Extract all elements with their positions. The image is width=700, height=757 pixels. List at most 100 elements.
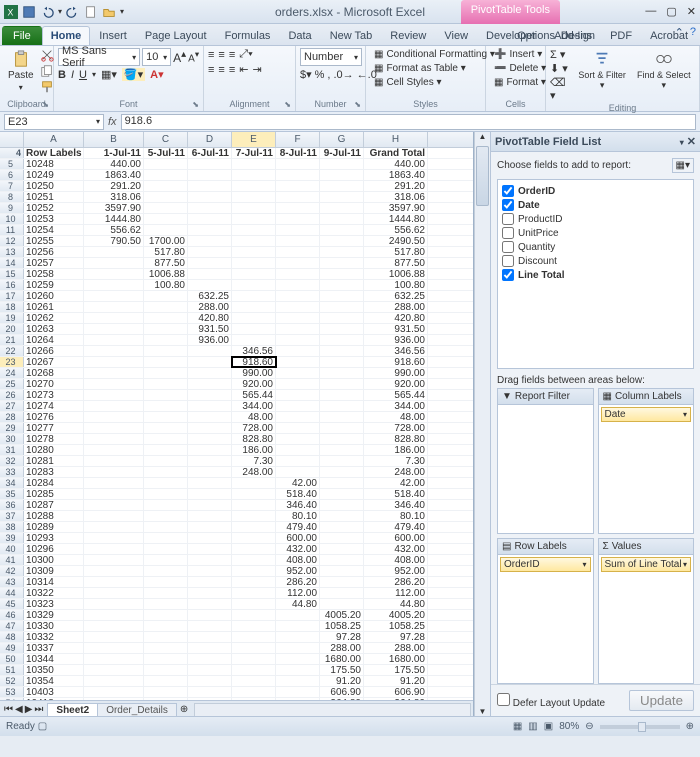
row-7[interactable]: 710250291.20291.20	[0, 181, 473, 192]
tab-review[interactable]: Review	[381, 26, 435, 45]
vertical-scrollbar[interactable]: ▲ ▼	[474, 132, 490, 716]
tab-view[interactable]: View	[435, 26, 477, 45]
orientation-icon[interactable]: ⤢▾	[239, 48, 252, 61]
report-filter-area[interactable]	[497, 405, 594, 534]
row-6[interactable]: 6102491863.401863.40	[0, 170, 473, 181]
row-14[interactable]: 1410257877.50877.50	[0, 258, 473, 269]
alignment-launcher[interactable]: ⬊	[284, 100, 291, 109]
indent-inc-icon[interactable]: ⇥	[252, 63, 261, 76]
qat-customize[interactable]: ▾	[120, 7, 124, 16]
row-38[interactable]: 3810289479.40479.40	[0, 522, 473, 533]
row-16[interactable]: 1610259100.80100.80	[0, 280, 473, 291]
number-launcher[interactable]: ⬊	[354, 100, 361, 109]
horizontal-scrollbar[interactable]	[194, 703, 471, 717]
font-color-button[interactable]: A▾	[150, 68, 163, 81]
fx-icon[interactable]: fx	[108, 116, 117, 128]
panel-menu-icon[interactable]: ▾	[680, 138, 684, 147]
zoom-slider[interactable]	[600, 725, 680, 729]
row-26[interactable]: 2610273565.44565.44	[0, 390, 473, 401]
tab-data[interactable]: Data	[279, 26, 320, 45]
row-31[interactable]: 3110280186.00186.00	[0, 445, 473, 456]
sort-filter-button[interactable]: Sort & Filter ▾	[574, 48, 631, 93]
row-54[interactable]: 5410418364.80364.80	[0, 698, 473, 700]
row-43[interactable]: 4310314286.20286.20	[0, 577, 473, 588]
scroll-down-icon[interactable]: ▼	[475, 707, 490, 716]
next-sheet-icon[interactable]: ▶	[25, 704, 33, 715]
paste-button[interactable]: Paste ▾	[4, 48, 38, 94]
tab-page-layout[interactable]: Page Layout	[136, 26, 216, 45]
insert-cells-button[interactable]: ➕Insert ▾	[490, 48, 541, 61]
row-24[interactable]: 2410268990.00990.00	[0, 368, 473, 379]
column-labels-area-header[interactable]: ▦ Column Labels	[598, 388, 695, 405]
redo-icon[interactable]	[66, 5, 80, 19]
row-45[interactable]: 451032344.8044.80	[0, 599, 473, 610]
row-53[interactable]: 5310403606.90606.90	[0, 687, 473, 698]
row-11[interactable]: 1110254556.62556.62	[0, 225, 473, 236]
scroll-up-icon[interactable]: ▲	[475, 132, 490, 141]
conditional-formatting-button[interactable]: ▦Conditional Formatting ▾	[370, 48, 481, 61]
new-icon[interactable]	[84, 5, 98, 19]
cut-icon[interactable]	[40, 48, 54, 62]
font-size-combo[interactable]: 10▾	[142, 48, 171, 66]
values-area[interactable]: Sum of Line Total▾	[598, 555, 695, 684]
format-painter-icon[interactable]	[40, 80, 54, 94]
row-34[interactable]: 341028442.0042.00	[0, 478, 473, 489]
row-9[interactable]: 9102523597.903597.90	[0, 203, 473, 214]
column-headers[interactable]: A B C D E F G H	[0, 132, 473, 148]
zoom-level[interactable]: 80%	[559, 721, 579, 732]
sheet-tab-order-details[interactable]: Order_Details	[97, 703, 177, 717]
row-28[interactable]: 281027648.0048.00	[0, 412, 473, 423]
col-C[interactable]: C	[144, 132, 188, 147]
row-labels-area[interactable]: OrderID▾	[497, 555, 594, 684]
view-normal-icon[interactable]: ▦	[513, 721, 522, 732]
copy-icon[interactable]	[40, 64, 54, 78]
help-icon[interactable]: ?	[690, 26, 696, 39]
tab-new-tab[interactable]: New Tab	[321, 26, 382, 45]
row-8[interactable]: 810251318.06318.06	[0, 192, 473, 203]
row-item-orderid[interactable]: OrderID▾	[500, 557, 591, 572]
shrink-font-icon[interactable]: A▾	[188, 49, 199, 64]
row-51[interactable]: 5110350175.50175.50	[0, 665, 473, 676]
row-36[interactable]: 3610287346.40346.40	[0, 500, 473, 511]
italic-button[interactable]: I	[71, 69, 74, 81]
field-line-total[interactable]: Line Total	[502, 268, 689, 282]
values-item-linetotal[interactable]: Sum of Line Total▾	[601, 557, 692, 572]
column-item-date[interactable]: Date▾	[601, 407, 692, 422]
align-bottom-icon[interactable]: ≡	[229, 49, 235, 61]
number-format-combo[interactable]: Number▾	[300, 48, 362, 66]
bold-button[interactable]: B	[58, 69, 66, 81]
fill-button[interactable]: ⬇ ▾	[550, 62, 572, 75]
field-productid[interactable]: ProductID	[502, 212, 689, 226]
borders-button[interactable]: ▦▾	[101, 68, 117, 81]
col-H[interactable]: H	[364, 132, 428, 147]
format-cells-button[interactable]: ▦Format ▾	[490, 76, 541, 89]
format-as-table-button[interactable]: ▦Format as Table ▾	[370, 62, 481, 75]
row-32[interactable]: 32102817.307.30	[0, 456, 473, 467]
row-41[interactable]: 4110300408.00408.00	[0, 555, 473, 566]
row-13[interactable]: 1310256517.80517.80	[0, 247, 473, 258]
row-39[interactable]: 3910293600.00600.00	[0, 533, 473, 544]
first-sheet-icon[interactable]: ⏮	[4, 704, 13, 715]
tab-design[interactable]: Design	[552, 26, 604, 45]
prev-sheet-icon[interactable]: ◀	[15, 704, 23, 715]
sheet-tab-sheet2[interactable]: Sheet2	[47, 703, 98, 717]
tab-pdf[interactable]: PDF	[601, 26, 641, 45]
row-23[interactable]: 2310267918.60918.60	[0, 357, 473, 368]
row-33[interactable]: 3310283248.00248.00	[0, 467, 473, 478]
field-date[interactable]: Date	[502, 198, 689, 212]
clipboard-launcher[interactable]: ⬊	[42, 100, 49, 109]
row-37[interactable]: 371028880.1080.10	[0, 511, 473, 522]
font-name-combo[interactable]: MS Sans Serif▾	[58, 48, 140, 66]
align-center-icon[interactable]: ≡	[218, 64, 224, 76]
cell-styles-button[interactable]: ▦Cell Styles ▾	[370, 76, 481, 89]
align-top-icon[interactable]: ≡	[208, 49, 214, 61]
row-4[interactable]: 4Row Labels ▾1-Jul-115-Jul-116-Jul-117-J…	[0, 148, 473, 159]
restore-button[interactable]: ▢	[666, 5, 676, 18]
underline-button[interactable]: U	[79, 69, 87, 81]
row-27[interactable]: 2710274344.00344.00	[0, 401, 473, 412]
col-F[interactable]: F	[276, 132, 320, 147]
field-list[interactable]: OrderIDDateProductIDUnitPriceQuantityDis…	[497, 179, 694, 369]
row-46[interactable]: 46103294005.204005.20	[0, 610, 473, 621]
undo-dropdown[interactable]: ▾	[58, 7, 62, 16]
undo-icon[interactable]	[40, 5, 54, 19]
